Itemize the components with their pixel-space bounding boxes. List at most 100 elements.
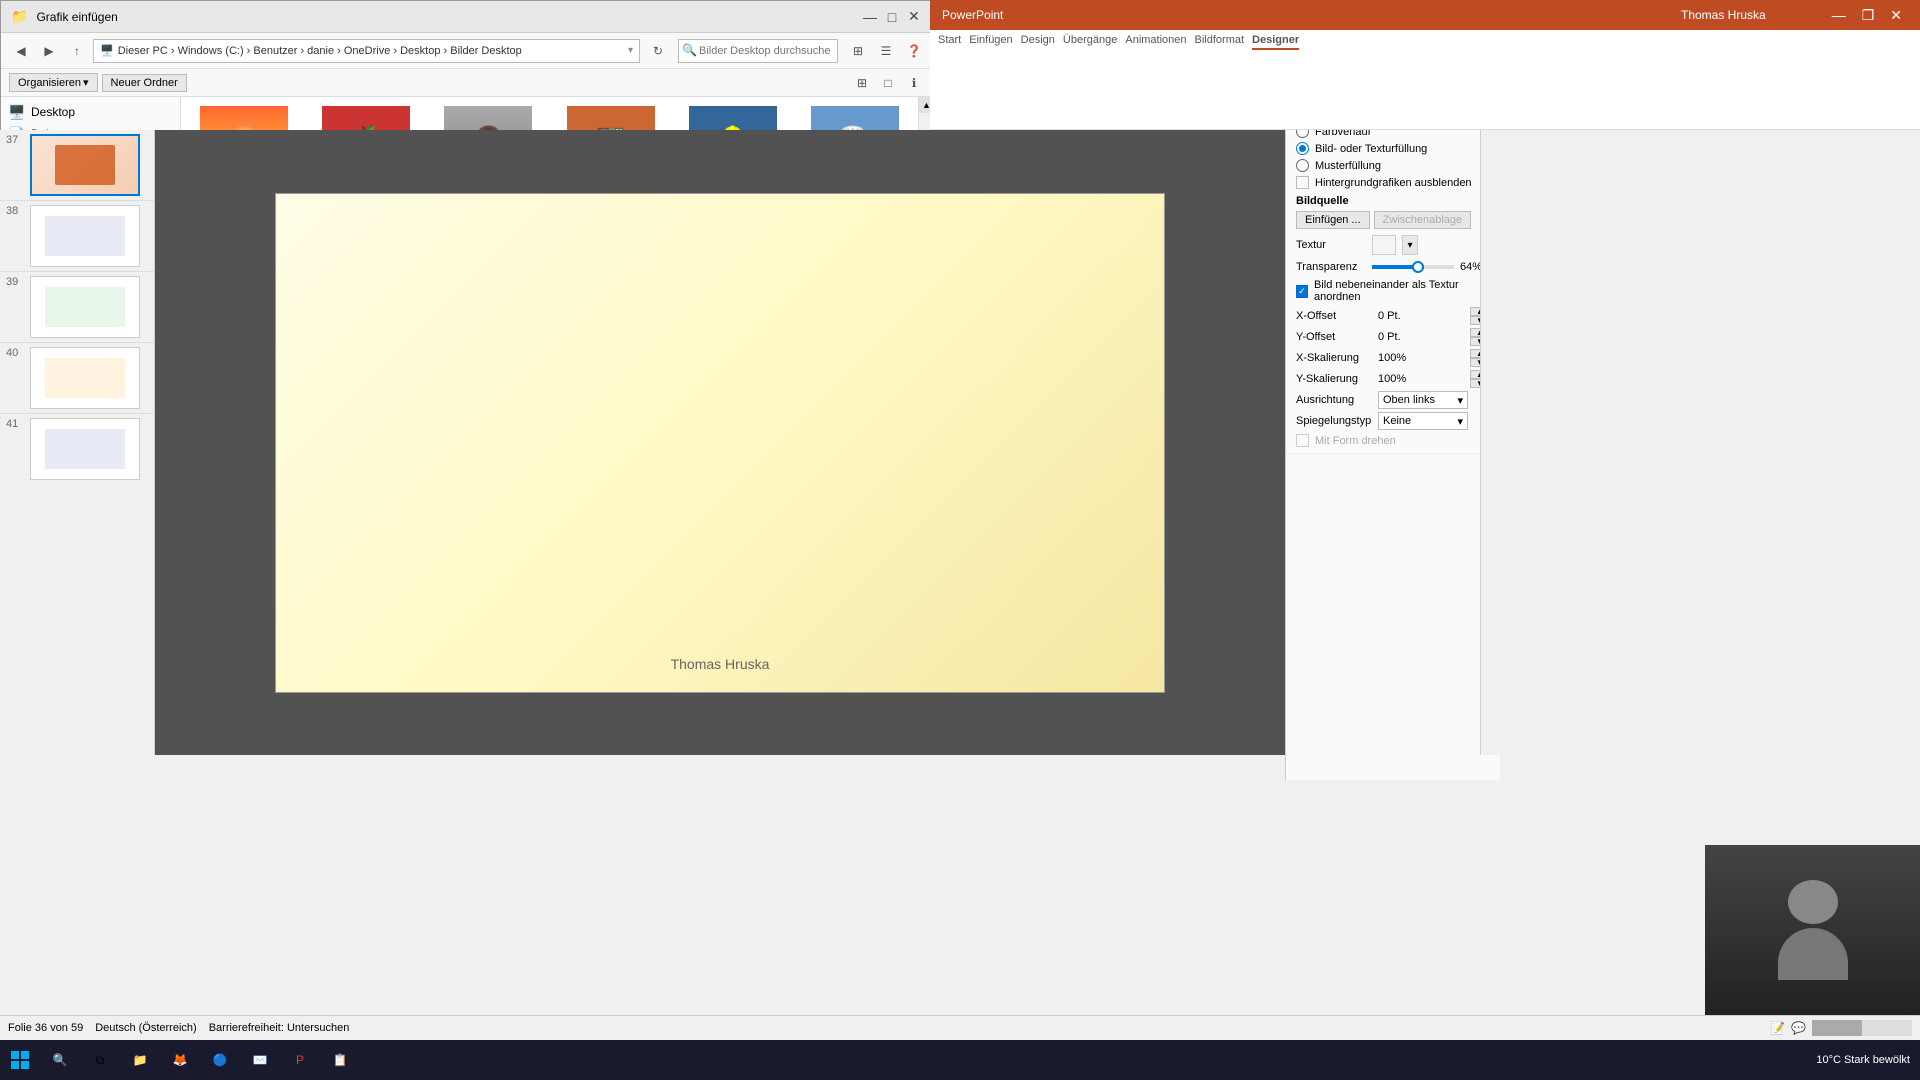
organize-bar: Organisieren ▾ Neuer Ordner ⊞ □ ℹ [1, 69, 934, 97]
preview-toggle-button[interactable]: □ [876, 71, 900, 95]
ribbon-tab[interactable]: Animationen [1125, 34, 1186, 50]
taskbar-teams-button[interactable]: 📋 [320, 1040, 360, 1080]
zoom-slider[interactable] [1812, 1020, 1912, 1036]
taskbar-mail-button[interactable]: ✉️ [240, 1040, 280, 1080]
view-list-button[interactable]: ☰ [874, 39, 898, 63]
back-button[interactable]: ◀ [9, 39, 33, 63]
new-folder-label: Neuer Ordner [111, 77, 178, 89]
y-offset-value: 0 Pt. [1378, 331, 1468, 343]
ausrichtung-dropdown[interactable]: Oben links ▾ [1378, 391, 1468, 409]
spiegelung-dropdown[interactable]: Keine ▾ [1378, 412, 1468, 430]
ppt-restore-button[interactable]: ❐ [1856, 7, 1881, 24]
view-button[interactable]: ⊞ [846, 39, 870, 63]
search-input[interactable] [678, 39, 838, 63]
view-toggle-button[interactable]: ⊞ [850, 71, 874, 95]
einfuegen-button[interactable]: Einfügen ... [1296, 211, 1370, 229]
transparenz-slider[interactable] [1372, 265, 1454, 269]
ribbon-tab[interactable]: Start [938, 34, 961, 50]
dialog-titlebar: 📁 Grafik einfügen — □ ✕ [1, 1, 934, 33]
new-folder-button[interactable]: Neuer Ordner [102, 74, 187, 92]
weather-display: 10°C Stark bewölkt [1816, 1054, 1910, 1066]
taskbar-chrome-button[interactable]: 🔵 [200, 1040, 240, 1080]
slide-author-text: Thomas Hruska [671, 656, 770, 672]
textur-dropdown-button[interactable]: ▾ [1402, 235, 1418, 255]
taskbar-clock: 10°C Stark bewölkt [1816, 1054, 1910, 1066]
ausrichtung-row: Ausrichtung Oben links ▾ [1296, 391, 1490, 409]
ppt-close-button[interactable]: ✕ [1884, 7, 1908, 24]
up-button[interactable]: ↑ [65, 39, 89, 63]
ppt-minimize-button[interactable]: — [1826, 7, 1852, 24]
fill-option-picture: Bild- oder Texturfüllung [1296, 142, 1490, 155]
zoom-fill [1812, 1020, 1862, 1036]
taskbar-ppt-button[interactable]: P [280, 1040, 320, 1080]
address-path: Dieser PC › Windows (C:) › Benutzer › da… [118, 45, 522, 57]
hide-bg-checkbox[interactable] [1296, 176, 1309, 189]
slide-main-area: Thomas Hruska [155, 130, 1285, 755]
y-skalierung-row: Y-Skalierung 100% ▲ ▼ [1296, 370, 1490, 388]
nebeneinander-checkbox[interactable]: ✓ [1296, 285, 1308, 298]
accessibility-status: Barrierefreiheit: Untersuchen [209, 1022, 350, 1034]
info-button[interactable]: ℹ [902, 71, 926, 95]
ribbon-tab[interactable]: Design [1021, 34, 1055, 50]
spiegelung-label: Spiegelungstyp [1296, 415, 1376, 427]
picture-fill-radio[interactable] [1296, 142, 1309, 155]
bildquelle-label: Bildquelle [1296, 195, 1490, 207]
mit-form-label: Mit Form drehen [1315, 435, 1396, 447]
help-button[interactable]: ❓ [902, 39, 926, 63]
textur-label: Textur [1296, 239, 1366, 251]
status-bar: Folie 36 von 59 Deutsch (Österreich) Bar… [0, 1015, 1920, 1040]
taskbar-files-button[interactable]: 📁 [120, 1040, 160, 1080]
toolbar-right-icons: ⊞ □ ℹ [850, 71, 926, 95]
bildquelle-row: Einfügen ... Zwischenablage [1296, 211, 1490, 229]
sidebar-item-desktop[interactable]: 🖥️ Desktop [1, 101, 180, 123]
mit-form-checkbox[interactable] [1296, 434, 1309, 447]
ribbon-tab[interactable]: Einfügen [969, 34, 1012, 50]
organize-button[interactable]: Organisieren ▾ [9, 73, 98, 92]
slide-canvas[interactable]: Thomas Hruska [275, 193, 1165, 693]
address-bar[interactable]: 🖥️ Dieser PC › Windows (C:) › Benutzer ›… [93, 39, 640, 63]
ribbon-tab[interactable]: Designer [1252, 34, 1299, 50]
x-offset-label: X-Offset [1296, 310, 1376, 322]
video-person-view [1705, 845, 1920, 1015]
slide-thumb-41[interactable]: 41 [0, 414, 154, 484]
zwischenablage-button[interactable]: Zwischenablage [1374, 211, 1472, 229]
pattern-fill-radio[interactable] [1296, 159, 1309, 172]
body-silhouette [1778, 928, 1848, 980]
slide-thumb-39[interactable]: 39 [0, 272, 154, 343]
x-skalierung-label: X-Skalierung [1296, 352, 1376, 364]
comments-button[interactable]: 💬 [1791, 1020, 1806, 1036]
person-silhouette [1773, 880, 1853, 980]
x-offset-value: 0 Pt. [1378, 310, 1468, 322]
dialog-title: Grafik einfügen [36, 10, 117, 24]
task-view-button[interactable]: ⧉ [80, 1040, 120, 1080]
search-taskbar-button[interactable]: 🔍 [40, 1040, 80, 1080]
refresh-button[interactable]: ↻ [646, 39, 670, 63]
close-button[interactable]: ✕ [904, 7, 924, 27]
ribbon-tab[interactable]: Bildformat [1195, 34, 1245, 50]
slide-number-41: 41 [6, 418, 26, 430]
ribbon-tab[interactable]: Übergänge [1063, 34, 1117, 50]
slide-count-status: Folie 36 von 59 [8, 1022, 83, 1034]
slide-content [45, 358, 125, 398]
ausrichtung-label: Ausrichtung [1296, 394, 1376, 406]
y-offset-label: Y-Offset [1296, 331, 1376, 343]
taskbar-browser-button[interactable]: 🦊 [160, 1040, 200, 1080]
organize-label: Organisieren [18, 77, 81, 89]
start-button[interactable] [0, 1040, 40, 1080]
fill-section: ▼ Füllung Einfache Füllung Farbverlauf B… [1286, 82, 1500, 454]
slide-thumb-38[interactable]: 38 [0, 201, 154, 272]
slide-preview-41 [30, 418, 140, 480]
notes-button[interactable]: 📝 [1770, 1020, 1785, 1036]
slide-content-preview [55, 145, 115, 185]
ppt-ribbon-tabs: Start Einfügen Design Übergänge Animatio… [930, 30, 1920, 54]
ppt-user-name: Thomas Hruska [1681, 8, 1766, 22]
slide-thumb-37[interactable]: 37 [0, 130, 154, 201]
hide-bg-label: Hintergrundgrafiken ausblenden [1315, 177, 1472, 189]
maximize-button[interactable]: □ [882, 7, 902, 27]
forward-button[interactable]: ▶ [37, 39, 61, 63]
slide-thumb-40[interactable]: 40 [0, 343, 154, 414]
transparenz-thumb[interactable] [1412, 261, 1424, 273]
nebeneinander-row: ✓ Bild nebeneinander als Textur anordnen [1296, 279, 1490, 303]
minimize-button[interactable]: — [860, 7, 880, 27]
x-offset-row: X-Offset 0 Pt. ▲ ▼ [1296, 307, 1490, 325]
